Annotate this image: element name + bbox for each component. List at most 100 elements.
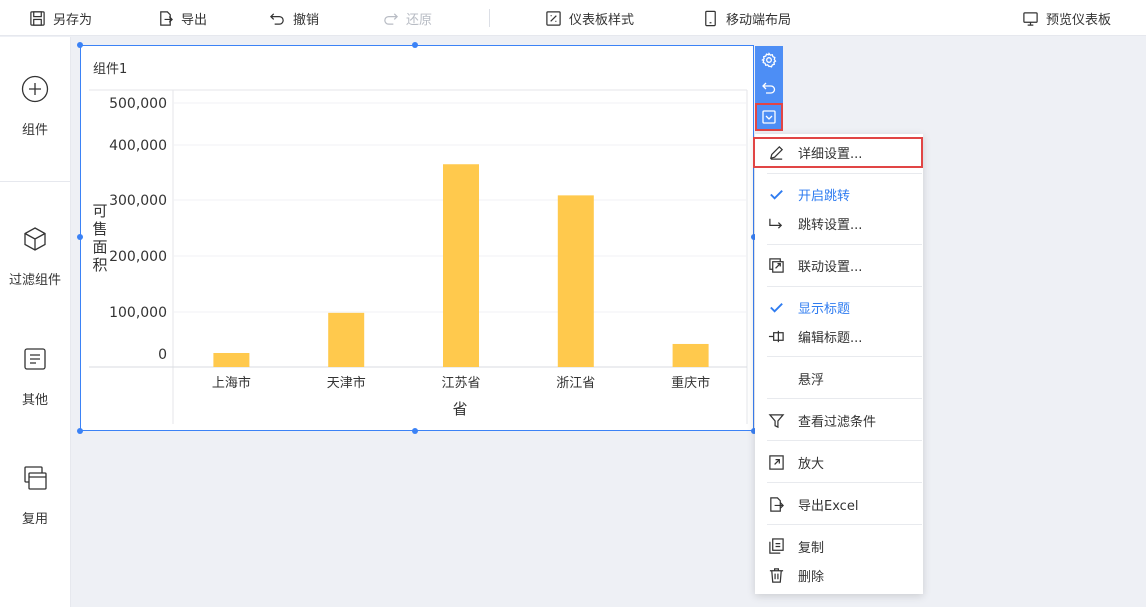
widget-settings-button[interactable] <box>755 46 783 74</box>
sidebar-divider <box>0 181 70 182</box>
menu-item-label: 联动设置... <box>798 259 863 275</box>
sidebar-item-label: 复用 <box>21 512 48 527</box>
sidebar-item-reuse[interactable]: 复用 <box>0 464 70 527</box>
mobile-layout-button[interactable]: 移动端布局 <box>702 0 791 36</box>
menu-divider <box>767 244 922 245</box>
x-tick-label: 江苏省 <box>441 375 480 391</box>
undo-icon <box>270 12 284 25</box>
menu-item-zoom[interactable]: 放大 <box>755 450 923 474</box>
document-icon <box>24 348 46 370</box>
edit-title-icon <box>767 327 785 345</box>
sidebar-item-label: 其他 <box>21 393 48 408</box>
dashboard-style-label: 仪表板样式 <box>569 12 635 28</box>
copy-icon <box>767 537 785 555</box>
undo-icon <box>762 82 776 94</box>
chevron-down-box-icon <box>762 110 776 124</box>
bar-chart: 500,000 400,000 300,000 200,000 100,000 0 可售面积… <box>89 89 748 424</box>
export-button[interactable]: 导出 <box>157 0 207 36</box>
y-axis-label-char: 积 <box>92 256 107 274</box>
trash-icon <box>767 566 785 584</box>
resize-handle-left[interactable] <box>77 234 83 240</box>
monitor-icon <box>1023 11 1038 26</box>
y-axis-label-char: 面 <box>92 238 107 256</box>
x-tick-label: 浙江省 <box>556 376 595 391</box>
y-tick-label: 400,000 <box>109 138 167 154</box>
x-tick-label: 天津市 <box>327 375 366 391</box>
widget-undo-button[interactable] <box>755 74 783 102</box>
jump-arrow-icon <box>767 214 785 232</box>
menu-divider <box>767 286 922 287</box>
menu-item-label: 详细设置... <box>798 147 863 162</box>
bar <box>213 352 250 367</box>
menu-item-jump-settings[interactable]: 跳转设置... <box>755 211 923 235</box>
save-icon <box>30 10 45 26</box>
bar <box>328 312 365 367</box>
redo-button[interactable]: 还原 <box>382 0 432 36</box>
menu-item-detail-settings[interactable]: 详细设置... <box>753 137 923 168</box>
y-tick-label: 300,000 <box>109 193 167 209</box>
undo-button[interactable]: 撤销 <box>269 0 319 36</box>
y-tick-label: 100,000 <box>109 305 167 321</box>
menu-item-float[interactable]: 悬浮 <box>755 366 923 390</box>
preview-dashboard-button[interactable]: 预览仪表板 <box>1022 0 1111 36</box>
sidebar-item-label: 过滤组件 <box>8 273 61 288</box>
menu-item-enable-jump[interactable]: 开启跳转 <box>755 182 923 206</box>
menu-item-label: 复制 <box>798 540 825 556</box>
chart-widget[interactable]: 组件1 500,000 400,000 300,000 200,000 100,000 0… <box>80 45 754 431</box>
sidebar-item-other[interactable]: 其他 <box>0 345 70 408</box>
check-icon <box>767 185 785 203</box>
menu-item-label: 查看过滤条件 <box>798 414 877 430</box>
menu-divider <box>767 440 922 441</box>
menu-divider <box>767 524 922 525</box>
menu-item-export-excel[interactable]: 导出Excel <box>755 492 923 516</box>
gear-icon <box>761 52 777 68</box>
resize-handle-bottom[interactable] <box>412 428 418 434</box>
sidebar-item-component[interactable]: 组件 <box>0 75 70 138</box>
resize-handle-top-left[interactable] <box>77 42 83 48</box>
redo-label: 还原 <box>406 12 433 28</box>
widget-action-strip <box>755 46 783 131</box>
bar <box>557 195 594 367</box>
menu-item-label: 编辑标题... <box>798 330 863 346</box>
menu-item-linkage-settings[interactable]: 联动设置... <box>755 253 923 277</box>
menu-divider <box>767 356 922 357</box>
toolbar-divider <box>489 9 490 27</box>
expand-icon <box>767 453 785 471</box>
export-icon <box>160 10 173 26</box>
widget-context-menu: 详细设置... 开启跳转 跳转设置... 联动设置... 显示标题 编辑标题..… <box>753 134 923 594</box>
save-as-button[interactable]: 另存为 <box>29 0 92 36</box>
copy-icon <box>24 466 47 490</box>
sidebar-item-filter-component[interactable]: 过滤组件 <box>0 225 70 288</box>
y-axis-label-char: 售 <box>92 220 107 238</box>
widget-more-dropdown-button[interactable] <box>755 103 783 131</box>
menu-item-label: 开启跳转 <box>798 188 851 204</box>
redo-icon <box>384 12 398 25</box>
resize-handle-bottom-left[interactable] <box>77 428 83 434</box>
bar <box>672 343 709 367</box>
y-tick-label: 200,000 <box>109 249 167 265</box>
menu-item-delete[interactable]: 删除 <box>755 563 923 587</box>
undo-label: 撤销 <box>293 12 320 28</box>
bar <box>443 164 479 367</box>
y-tick-label: 0 <box>158 347 167 363</box>
y-axis-label-char: 可 <box>92 202 107 220</box>
export-file-icon <box>767 495 785 513</box>
palette-icon <box>546 10 561 26</box>
save-as-label: 另存为 <box>53 12 93 28</box>
menu-item-view-filter[interactable]: 查看过滤条件 <box>755 408 923 432</box>
x-tick-label: 上海市 <box>212 375 251 391</box>
dashboard-style-button[interactable]: 仪表板样式 <box>545 0 634 36</box>
menu-item-label: 删除 <box>798 569 825 585</box>
menu-item-edit-title[interactable]: 编辑标题... <box>755 324 923 348</box>
menu-item-show-title[interactable]: 显示标题 <box>755 295 923 319</box>
y-tick-label: 500,000 <box>109 96 167 112</box>
resize-handle-top[interactable] <box>412 42 418 48</box>
linkage-icon <box>767 256 785 274</box>
menu-divider <box>767 398 922 399</box>
export-label: 导出 <box>181 12 208 28</box>
menu-divider <box>767 173 922 174</box>
menu-item-copy[interactable]: 复制 <box>755 534 923 558</box>
check-icon <box>767 298 785 316</box>
sidebar-item-label: 组件 <box>21 123 48 138</box>
menu-item-label: 悬浮 <box>798 372 825 388</box>
